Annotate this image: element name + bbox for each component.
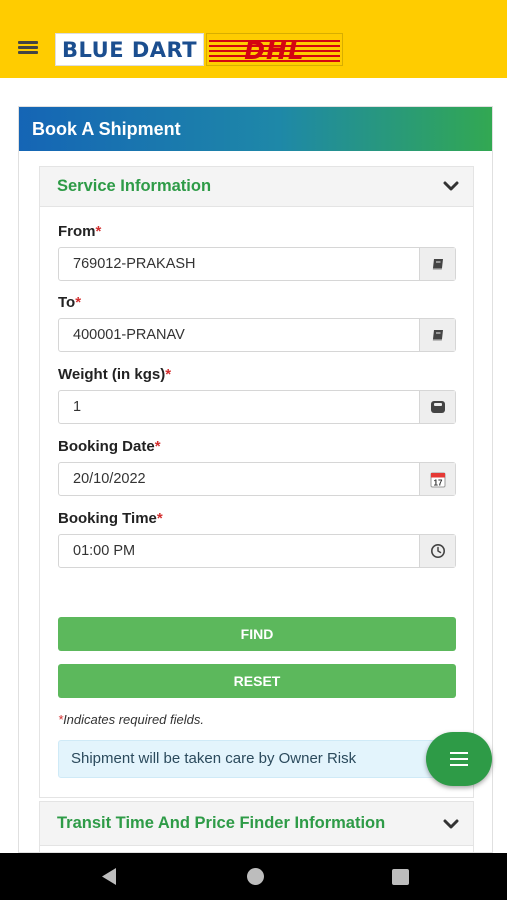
booking-date-label: Booking Date*: [58, 438, 161, 455]
booking-time-input[interactable]: [59, 535, 419, 567]
required-asterisk: *: [156, 510, 163, 527]
transit-time-title: Transit Time And Price Finder Informatio…: [57, 814, 386, 832]
dhl-wordmark: DHL: [244, 36, 305, 65]
required-asterisk: *: [165, 366, 172, 383]
system-navigation-bar: [0, 853, 507, 900]
hamburger-menu-icon[interactable]: [18, 39, 40, 55]
booking-date-input[interactable]: [59, 463, 419, 495]
blue-dart-dhl-logo: BLUE DART DHL: [55, 33, 343, 66]
service-information-section: Service Information From* To*: [39, 166, 474, 798]
weight-label: Weight (in kgs)*: [58, 366, 172, 383]
book-shipment-card: Book A Shipment Service Information From…: [18, 106, 493, 853]
calendar-day-number: 17: [433, 478, 442, 487]
weight-unit-button[interactable]: [419, 391, 455, 423]
find-button[interactable]: FIND: [58, 617, 456, 651]
to-input[interactable]: [59, 319, 419, 351]
to-lookup-button[interactable]: [419, 319, 455, 351]
clock-icon: [430, 544, 445, 558]
fab-menu-icon-line: [450, 752, 468, 754]
calendar-icon: 17: [430, 472, 445, 487]
required-fields-note: *Indicates required fields.: [58, 712, 204, 727]
fab-menu-icon-line: [450, 764, 468, 766]
to-field-group: [58, 318, 456, 352]
booking-time-label: Booking Time*: [58, 510, 163, 527]
book-icon: [432, 330, 443, 341]
dhl-logo: DHL: [206, 33, 343, 66]
date-picker-button[interactable]: 17: [419, 463, 455, 495]
transit-time-section: Transit Time And Price Finder Informatio…: [39, 801, 474, 852]
reset-button[interactable]: RESET: [58, 664, 456, 698]
transit-time-header[interactable]: Transit Time And Price Finder Informatio…: [40, 802, 473, 846]
floating-menu-button[interactable]: [426, 732, 492, 786]
service-information-header[interactable]: Service Information: [40, 167, 473, 207]
booking-date-field-group: 17: [58, 462, 456, 496]
required-asterisk: *: [95, 223, 102, 240]
from-lookup-button[interactable]: [419, 248, 455, 280]
time-picker-button[interactable]: [419, 535, 455, 567]
required-asterisk: *: [75, 294, 82, 311]
from-field-group: [58, 247, 456, 281]
to-label: To*: [58, 294, 82, 311]
weight-scale-icon: [430, 401, 445, 413]
owner-risk-alert: Shipment will be taken care by Owner Ris…: [58, 740, 456, 778]
weight-field-group: [58, 390, 456, 424]
card-title: Book A Shipment: [19, 107, 492, 151]
required-asterisk: *: [154, 438, 161, 455]
booking-time-field-group: [58, 534, 456, 568]
from-label: From*: [58, 223, 102, 240]
back-icon[interactable]: [100, 867, 118, 886]
weight-input[interactable]: [59, 391, 419, 423]
app-bar: BLUE DART DHL: [0, 0, 507, 78]
chevron-down-icon[interactable]: [443, 818, 459, 830]
recent-apps-icon[interactable]: [392, 869, 409, 885]
blue-dart-wordmark: BLUE DART: [55, 33, 205, 66]
from-input[interactable]: [59, 248, 419, 280]
fab-menu-icon-line: [450, 758, 468, 760]
book-icon: [432, 259, 443, 270]
service-information-title: Service Information: [57, 177, 212, 195]
chevron-down-icon[interactable]: [443, 180, 459, 192]
home-icon[interactable]: [247, 868, 264, 885]
